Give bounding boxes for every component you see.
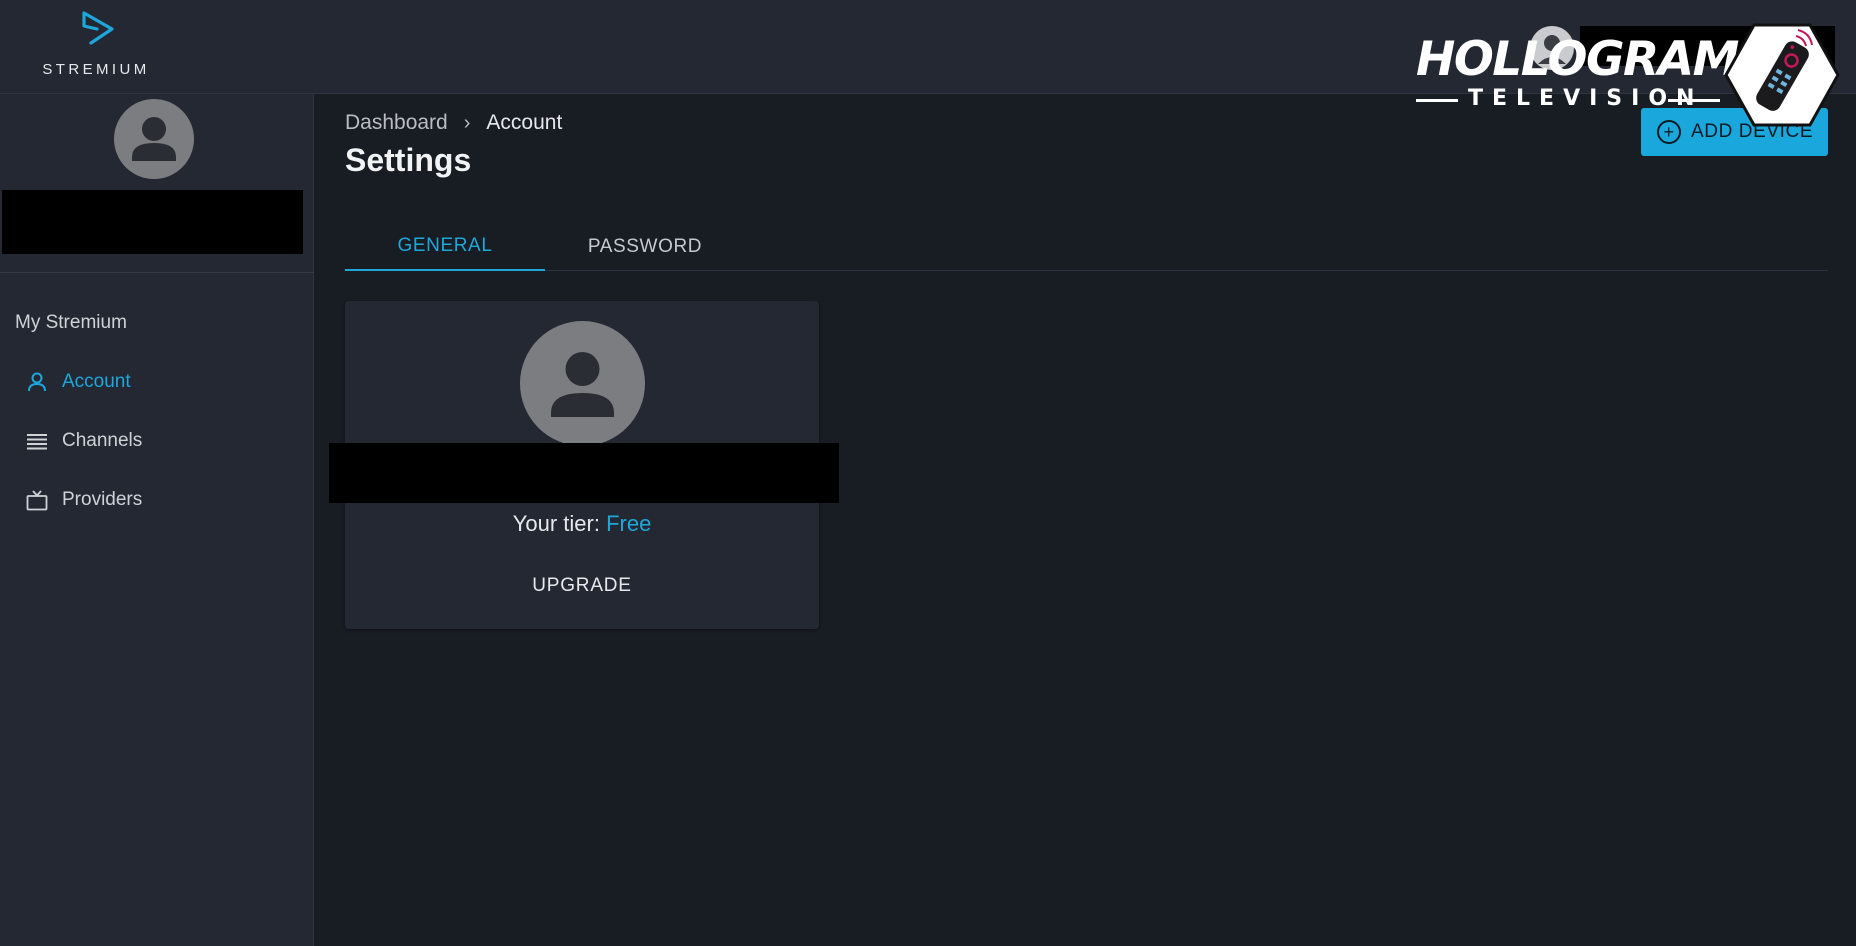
watermark-title: HOLLOGRAM	[1416, 32, 1739, 87]
upgrade-button[interactable]: UPGRADE	[510, 563, 654, 609]
person-icon	[28, 372, 46, 392]
sidebar-item-providers[interactable]: Providers	[26, 484, 142, 516]
sidebar-item-label: Providers	[62, 489, 143, 510]
watermark-line-left	[1416, 99, 1458, 102]
account-avatar[interactable]	[520, 321, 645, 446]
watermark-line-right	[1668, 99, 1720, 102]
sidebar-section-title: My Stremium	[15, 312, 127, 333]
tier-info: Your tier: Free	[345, 511, 819, 537]
tab-general[interactable]: GENERAL	[345, 222, 545, 271]
tab-password[interactable]: PASSWORD	[545, 222, 745, 271]
breadcrumb-dashboard[interactable]: Dashboard	[345, 111, 448, 135]
chevron-right-icon: ›	[463, 111, 471, 134]
redacted-account-name	[329, 443, 839, 503]
person-icon	[132, 117, 176, 161]
breadcrumb: Dashboard › Account	[345, 111, 562, 135]
stremium-logo-icon	[82, 11, 114, 45]
sidebar-item-account[interactable]: Account	[26, 366, 131, 398]
list-icon	[27, 434, 47, 450]
sidebar-item-label: Channels	[62, 430, 143, 451]
sidebar: My Stremium Account Channels Providers	[0, 94, 314, 946]
brand-logo[interactable]: STREMIUM	[36, 10, 156, 80]
tier-label: Your tier:	[512, 511, 600, 536]
sidebar-item-label: Account	[62, 371, 131, 392]
sidebar-item-channels[interactable]: Channels	[26, 425, 142, 457]
redacted-user-info	[2, 190, 303, 254]
brand-name: STREMIUM	[42, 61, 150, 78]
hollogram-watermark: HOLLOGRAM TELEVISION	[1412, 22, 1842, 130]
person-icon	[551, 352, 614, 417]
breadcrumb-current: Account	[486, 111, 563, 134]
settings-tabs: GENERAL PASSWORD	[345, 222, 1828, 271]
tier-value: Free	[606, 511, 652, 536]
page-title: Settings	[345, 142, 472, 178]
remote-control-icon	[1724, 23, 1840, 127]
sidebar-avatar[interactable]	[114, 99, 194, 179]
tv-icon	[26, 490, 48, 511]
sidebar-divider	[0, 272, 314, 273]
